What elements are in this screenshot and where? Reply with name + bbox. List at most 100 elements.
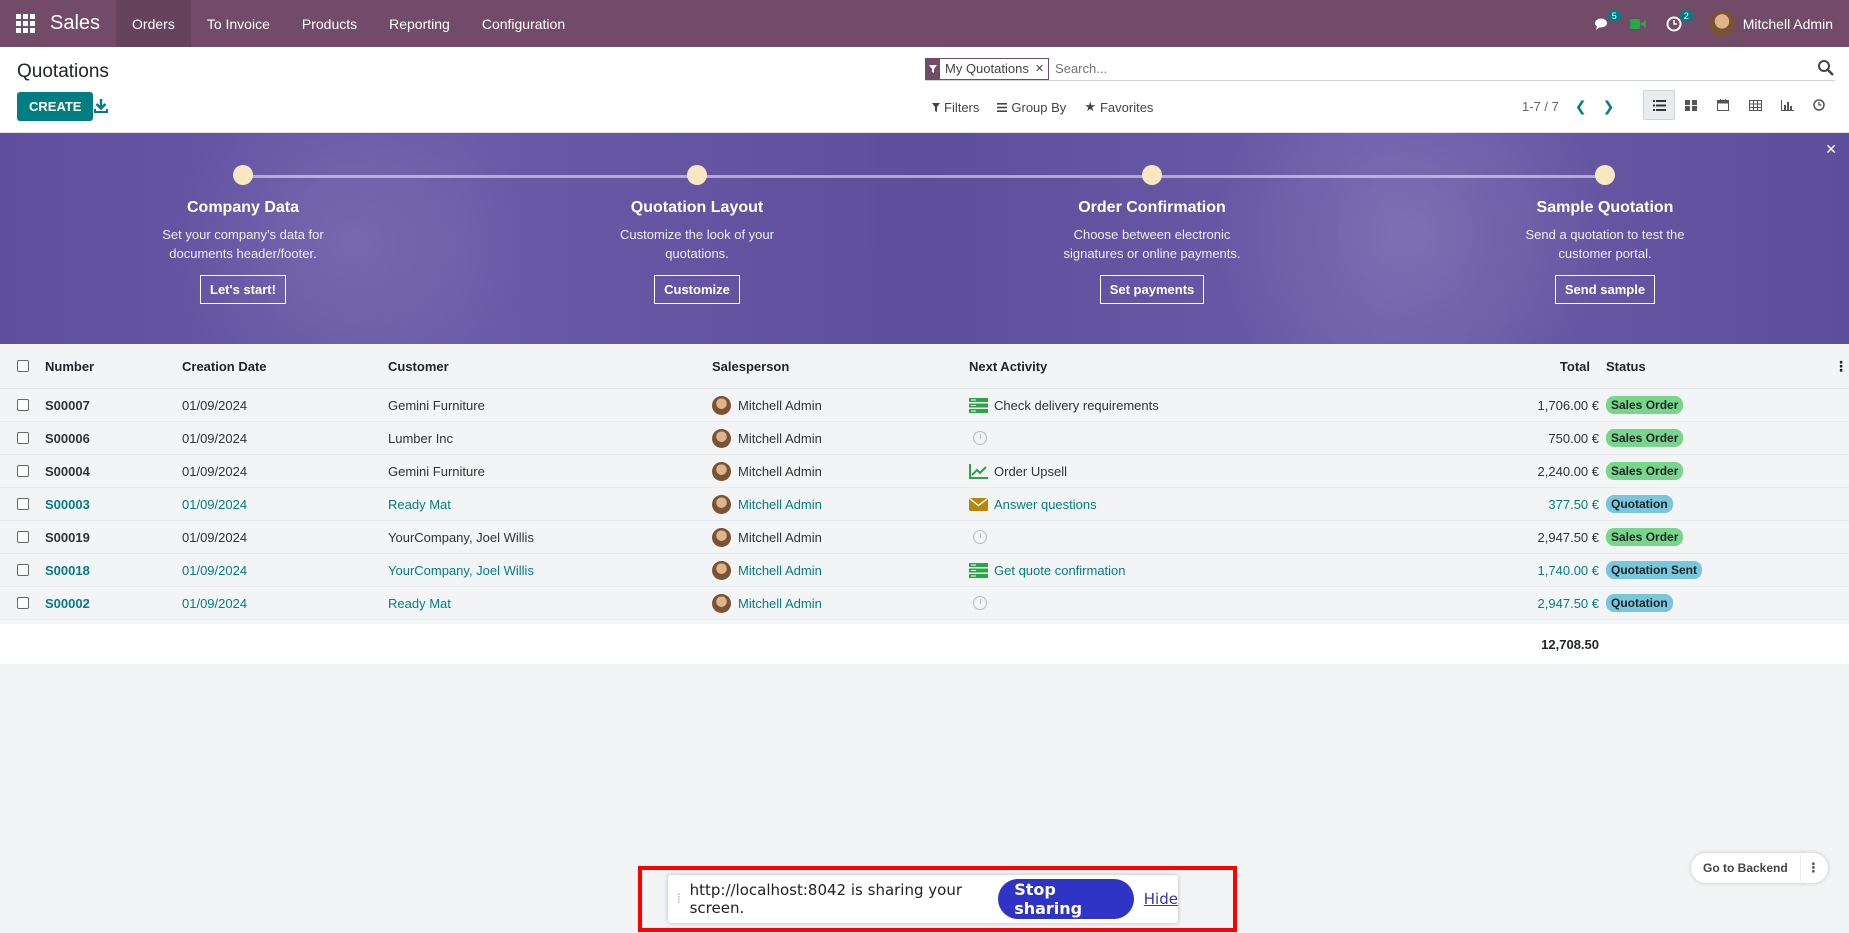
avatar — [1708, 10, 1735, 37]
row-checkbox[interactable] — [17, 564, 29, 576]
salesperson-name: Mitchell Admin — [738, 595, 822, 611]
table-row[interactable]: S00003 01/09/2024 Ready Mat Mitchell Adm… — [0, 488, 1849, 521]
set-payments-button[interactable]: Set payments — [1099, 275, 1205, 304]
optional-columns-icon[interactable]: ⋮ — [1834, 344, 1848, 388]
filters-toggle[interactable]: Filters — [932, 99, 979, 115]
download-icon[interactable] — [93, 97, 109, 115]
step-title: Sample Quotation — [1536, 199, 1674, 216]
todo-list-icon[interactable] — [969, 397, 988, 413]
drag-handle-icon[interactable]: ⁞ — [668, 891, 690, 907]
table-row[interactable]: S00018 01/09/2024 YourCompany, Joel Will… — [0, 554, 1849, 587]
avatar — [712, 527, 731, 547]
clock-icon[interactable] — [973, 530, 987, 544]
search-bar: My Quotations ✕ — [925, 57, 1835, 81]
column-header-number[interactable]: Number — [45, 344, 94, 388]
menu-to-invoice[interactable]: To Invoice — [191, 0, 286, 47]
go-to-backend-button[interactable]: Go to Backend — [1691, 861, 1800, 875]
facet-remove-icon[interactable]: ✕ — [1035, 62, 1048, 75]
close-icon[interactable]: ✕ — [1825, 141, 1837, 158]
row-checkbox[interactable] — [17, 597, 29, 609]
apps-menu-icon[interactable] — [0, 0, 50, 47]
creation-date: 01/09/2024 — [182, 562, 248, 578]
activity-clock-icon[interactable]: 2 — [1663, 9, 1693, 35]
kanban-view-icon[interactable] — [1675, 90, 1707, 120]
order-number: S00003 — [45, 496, 90, 512]
search-facet[interactable]: My Quotations ✕ — [925, 57, 1050, 80]
salesperson-name: Mitchell Admin — [738, 430, 822, 446]
pager-next-icon[interactable]: ❯ — [1603, 98, 1615, 115]
pivot-view-icon[interactable] — [1739, 90, 1771, 120]
row-checkbox[interactable] — [17, 465, 29, 477]
backend-switcher: Go to Backend ⋮ — [1691, 853, 1828, 883]
send-sample-button[interactable]: Send sample — [1554, 275, 1656, 304]
calendar-view-icon[interactable] — [1707, 90, 1739, 120]
favorites-toggle[interactable]: ★ Favorites — [1084, 99, 1153, 115]
avatar — [712, 461, 731, 481]
table-row[interactable]: S00002 01/09/2024 Ready Mat Mitchell Adm… — [0, 587, 1849, 620]
order-number: S00007 — [45, 397, 90, 413]
control-panel: Quotations CREATE My Quotations ✕ Filter… — [0, 47, 1849, 133]
menu-configuration[interactable]: Configuration — [466, 0, 581, 47]
column-header-total[interactable]: Total — [1560, 344, 1590, 388]
create-button[interactable]: CREATE — [17, 92, 94, 121]
lets-start-button[interactable]: Let's start! — [200, 275, 286, 304]
status-badge: Sales Order — [1606, 396, 1684, 414]
favorites-label: Favorites — [1099, 99, 1154, 115]
row-checkbox[interactable] — [17, 498, 29, 510]
pager: 1-7 / 7 ❮ ❯ — [1522, 98, 1614, 115]
customer-name: Gemini Furniture — [388, 463, 485, 479]
pager-previous-icon[interactable]: ❮ — [1575, 98, 1587, 115]
row-checkbox[interactable] — [17, 531, 29, 543]
activity-summary: Check delivery requirements — [994, 397, 1159, 413]
search-icon[interactable] — [1817, 59, 1835, 77]
chat-icon[interactable]: 5 — [1591, 9, 1621, 35]
todo-list-icon[interactable] — [969, 562, 988, 578]
table-row[interactable]: S00006 01/09/2024 Lumber Inc Mitchell Ad… — [0, 422, 1849, 455]
envelope-icon[interactable] — [969, 497, 988, 512]
list-view-icon[interactable] — [1643, 90, 1675, 120]
column-header-next-activity[interactable]: Next Activity — [969, 344, 1047, 388]
filters-label: Filters — [944, 99, 980, 115]
step-dot — [1595, 165, 1615, 185]
onboarding-step-company-data: Company Data Set your company's data for… — [93, 165, 393, 304]
table-row[interactable]: S00007 01/09/2024 Gemini Furniture Mitch… — [0, 389, 1849, 422]
activity-summary: Answer questions — [994, 496, 1097, 512]
row-checkbox[interactable] — [17, 432, 29, 444]
menu-orders[interactable]: Orders — [116, 0, 191, 47]
clock-icon[interactable] — [973, 596, 987, 610]
funnel-icon — [932, 102, 940, 112]
table-row[interactable]: S00004 01/09/2024 Gemini Furniture Mitch… — [0, 455, 1849, 488]
onboarding-step-quotation-layout: Quotation Layout Customize the look of y… — [547, 165, 847, 304]
select-all-checkbox[interactable] — [17, 360, 29, 372]
column-header-customer[interactable]: Customer — [388, 344, 449, 388]
order-number: S00018 — [45, 562, 90, 578]
status-badge: Quotation Sent — [1606, 561, 1702, 579]
video-call-icon[interactable] — [1627, 13, 1649, 35]
clock-icon[interactable] — [973, 431, 987, 445]
row-checkbox[interactable] — [17, 399, 29, 411]
column-header-status[interactable]: Status — [1606, 344, 1646, 388]
customize-button[interactable]: Customize — [654, 275, 740, 304]
filter-bar: Filters Group By ★ Favorites — [932, 99, 1153, 115]
more-options-icon[interactable]: ⋮ — [1799, 855, 1826, 881]
upsell-chart-icon[interactable] — [969, 463, 988, 479]
stop-sharing-button[interactable]: Stop sharing — [998, 879, 1134, 919]
column-header-creation-date[interactable]: Creation Date — [182, 344, 267, 388]
activity-view-icon[interactable] — [1803, 90, 1835, 120]
user-menu[interactable]: Mitchell Admin — [1708, 10, 1833, 37]
onboarding-banner: Company Data Set your company's data for… — [0, 133, 1849, 344]
search-input[interactable] — [1055, 61, 1756, 76]
salesperson-name: Mitchell Admin — [738, 463, 822, 479]
groupby-toggle[interactable]: Group By — [997, 99, 1066, 115]
menu-reporting[interactable]: Reporting — [373, 0, 466, 47]
menu-products[interactable]: Products — [286, 0, 373, 47]
graph-view-icon[interactable] — [1771, 90, 1803, 120]
step-dot — [1142, 165, 1162, 185]
customer-name: Gemini Furniture — [388, 397, 485, 413]
column-header-salesperson[interactable]: Salesperson — [712, 344, 789, 388]
app-name[interactable]: Sales — [50, 12, 116, 35]
hide-link[interactable]: Hide — [1144, 890, 1178, 908]
table-row[interactable]: S00019 01/09/2024 YourCompany, Joel Will… — [0, 521, 1849, 554]
pager-value[interactable]: 1-7 / 7 — [1522, 99, 1559, 114]
salesperson-name: Mitchell Admin — [738, 562, 822, 578]
